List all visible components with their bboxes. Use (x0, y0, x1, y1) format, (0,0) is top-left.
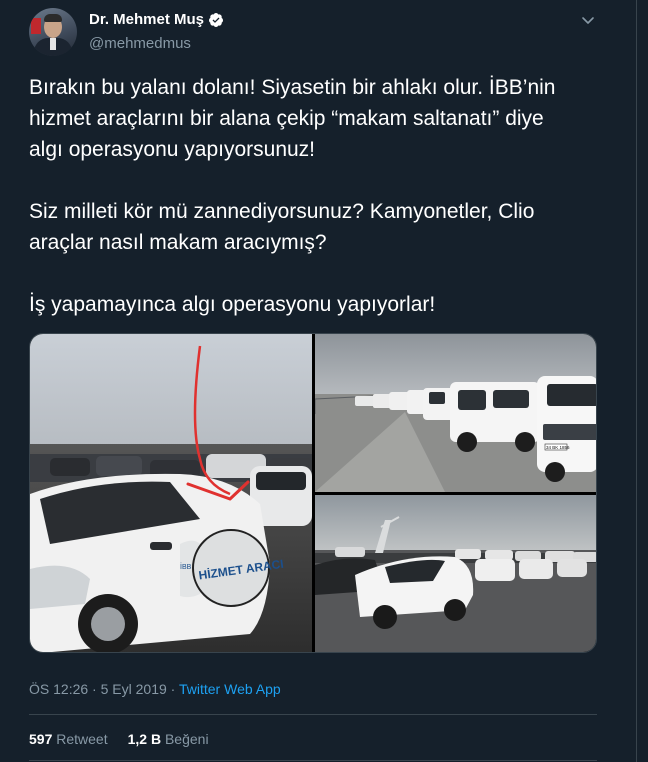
tweet-meta: ÖS 12:26 · 5 Eyl 2019 · Twitter Web App (29, 681, 281, 697)
photo-white-car-with-arrow[interactable]: İBB HİZMET ARACI (30, 334, 312, 652)
avatar[interactable] (29, 8, 77, 56)
car-door-text-small: İBB (180, 562, 192, 571)
verified-badge-icon (209, 12, 224, 27)
photo-vans-row[interactable]: 34 BK 1856 (315, 334, 596, 492)
meta-separator: · (166, 681, 179, 697)
van-plate: 34 BK 1856 (546, 445, 570, 450)
meta-separator: · (88, 681, 101, 697)
likes-count: 1,2 B (127, 731, 162, 747)
tweet-line: Siz milleti kör mü zannediyorsunuz? Kamy… (29, 200, 535, 223)
divider (29, 714, 597, 715)
tweet-text: Bırakın bu yalanı dolanı! Siyasetin bir … (29, 72, 619, 320)
chevron-down-icon[interactable] (580, 12, 596, 28)
likes-label: Beğeni (164, 731, 209, 747)
retweets-label: Retweet (56, 731, 108, 747)
display-name-text[interactable]: Dr. Mehmet Muş (89, 11, 204, 28)
column-divider (636, 0, 637, 762)
photo-parked-clios[interactable] (315, 495, 596, 652)
tweet-detail: Dr. Mehmet Muş @mehmedmus Bırakın bu yal… (0, 0, 648, 762)
tweet-stats: 597 Retweet 1,2 B Beğeni (29, 731, 209, 747)
tweet-date[interactable]: 5 Eyl 2019 (101, 681, 167, 697)
divider (29, 760, 597, 761)
tweet-line: İş yapamayınca algı operasyonu yapıyorla… (29, 293, 436, 316)
user-handle[interactable]: @mehmedmus (89, 35, 191, 52)
likes-stat[interactable]: 1,2 B Beğeni (128, 731, 209, 747)
retweets-stat[interactable]: 597 Retweet (29, 731, 108, 747)
tweet-line: algı operasyonu yapıyorsunuz! (29, 138, 316, 161)
tweet-line: Bırakın bu yalanı dolanı! Siyasetin bir … (29, 76, 556, 99)
display-name[interactable]: Dr. Mehmet Muş (89, 11, 224, 28)
tweet-source-link[interactable]: Twitter Web App (179, 681, 281, 697)
tweet-line: hizmet araçlarını bir alana çekip “makam… (29, 107, 544, 130)
retweets-count: 597 (29, 731, 53, 747)
tweet-line: araçlar nasıl makam aracıymış? (29, 231, 327, 254)
media-grid: İBB HİZMET ARACI 34 BK 1856 (29, 333, 597, 653)
tweet-time[interactable]: ÖS 12:26 (29, 681, 88, 697)
